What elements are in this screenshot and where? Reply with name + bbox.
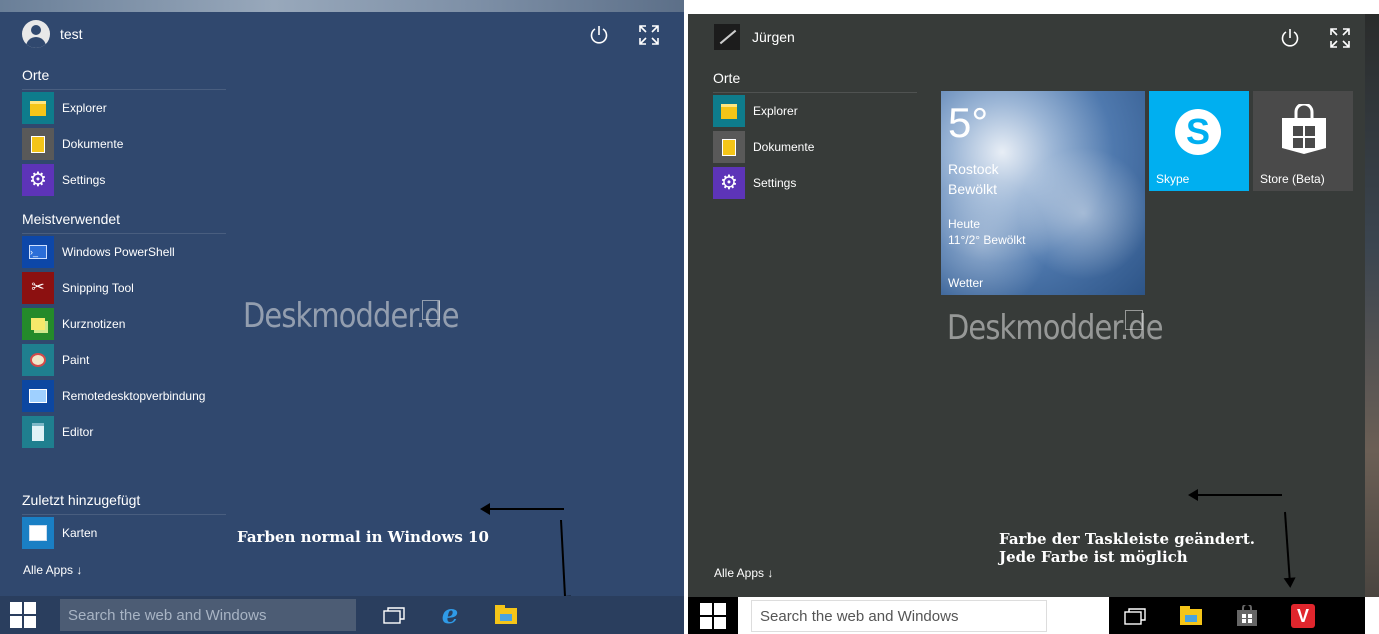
scissors-icon: ✂	[22, 272, 54, 304]
tile-label: Store (Beta)	[1260, 172, 1325, 186]
menu-item-documents[interactable]: Dokumente	[22, 128, 123, 160]
annotation-caption-line2: Jede Farbe ist möglich	[999, 548, 1188, 566]
menu-item-maps[interactable]: Karten	[22, 517, 97, 549]
menu-item-explorer[interactable]: Explorer	[22, 92, 107, 124]
annotation-caption: Farben normal in Windows 10	[237, 528, 489, 546]
all-apps-link[interactable]: Alle Apps ↓	[714, 566, 773, 580]
gear-icon: ⚙	[713, 167, 745, 199]
menu-item-documents[interactable]: Dokumente	[713, 131, 814, 163]
section-places: Orte	[713, 70, 917, 93]
section-places: Orte	[22, 67, 226, 90]
skype-logo-icon: S	[1175, 109, 1221, 155]
explorer-icon	[713, 95, 745, 127]
menu-item-settings[interactable]: ⚙ Settings	[713, 167, 796, 199]
paint-icon	[22, 344, 54, 376]
user-name: Jürgen	[752, 29, 795, 45]
task-view-icon[interactable]	[382, 603, 406, 627]
tile-weather[interactable]: 5° Rostock Bewölkt Heute 11°/2° Bewölkt …	[941, 91, 1145, 295]
start-menu-custom: Jürgen Orte Explorer Dokumente ⚙ Setting…	[688, 0, 1379, 634]
tile-store[interactable]: Store (Beta)	[1253, 91, 1353, 191]
annotation-caption-line1: Farbe der Taskleiste geändert.	[999, 530, 1255, 548]
annotation-arrow-left	[480, 503, 564, 515]
documents-icon	[22, 128, 54, 160]
tile-label: Wetter	[948, 276, 984, 290]
internet-explorer-icon[interactable]: e	[438, 602, 462, 628]
start-menu-default: test Orte Explorer Dokumente ⚙ Settings …	[0, 0, 684, 634]
user-avatar-icon	[22, 20, 50, 48]
menu-item-powershell[interactable]: ›_ Windows PowerShell	[22, 236, 175, 268]
search-area: Search the web and Windows	[738, 597, 1109, 634]
task-view-icon[interactable]	[1123, 604, 1147, 628]
watermark-edit-icon	[1125, 310, 1143, 330]
store-bag-icon	[1282, 104, 1326, 154]
weather-condition: Bewölkt	[948, 181, 998, 197]
windows-logo-icon[interactable]	[688, 597, 738, 634]
menu-item-paint[interactable]: Paint	[22, 344, 89, 376]
menu-item-explorer[interactable]: Explorer	[713, 95, 798, 127]
remote-desktop-icon	[22, 380, 54, 412]
power-icon[interactable]	[588, 24, 610, 46]
all-apps-link[interactable]: Alle Apps ↓	[23, 563, 82, 577]
maps-icon	[22, 517, 54, 549]
weather-today-label: Heute	[948, 217, 981, 231]
search-box[interactable]: Search the web and Windows	[751, 600, 1047, 632]
desktop-wallpaper-edge	[1365, 14, 1379, 597]
weather-today-forecast: 11°/2° Bewölkt	[948, 233, 1026, 247]
notepad-icon	[22, 416, 54, 448]
annotation-arrow-left	[1188, 489, 1282, 501]
tile-label: Skype	[1156, 172, 1190, 186]
weather-city: Rostock	[948, 161, 999, 177]
expand-icon[interactable]	[638, 24, 660, 46]
user-name: test	[60, 26, 83, 42]
desktop-wallpaper-strip	[0, 0, 684, 12]
menu-item-sticky-notes[interactable]: Kurznotizen	[22, 308, 125, 340]
store-icon[interactable]	[1235, 604, 1259, 628]
menu-item-editor[interactable]: Editor	[22, 416, 93, 448]
file-explorer-icon[interactable]	[1179, 604, 1203, 628]
documents-icon	[713, 131, 745, 163]
menu-item-snipping-tool[interactable]: ✂ Snipping Tool	[22, 272, 134, 304]
explorer-icon	[22, 92, 54, 124]
menu-item-settings[interactable]: ⚙ Settings	[22, 164, 105, 196]
user-account[interactable]: test	[22, 20, 83, 48]
powershell-icon: ›_	[22, 236, 54, 268]
file-explorer-icon[interactable]	[494, 603, 518, 627]
user-avatar-icon	[714, 24, 740, 50]
expand-icon[interactable]	[1329, 27, 1351, 49]
sticky-notes-icon	[22, 308, 54, 340]
search-box[interactable]: Search the web and Windows	[60, 599, 356, 631]
annotation-arrow-down	[560, 519, 567, 598]
tile-skype[interactable]: S Skype	[1149, 91, 1249, 191]
section-most-used: Meistverwendet	[22, 211, 226, 234]
vivaldi-browser-icon[interactable]: V	[1291, 604, 1315, 628]
menu-item-remote-desktop[interactable]: Remotedesktopverbindung	[22, 380, 205, 412]
section-recently-added: Zuletzt hinzugefügt	[22, 492, 226, 515]
taskbar: Search the web and Windows e	[0, 596, 684, 634]
user-account[interactable]: Jürgen	[714, 24, 795, 50]
power-icon[interactable]	[1279, 27, 1301, 49]
taskbar: Search the web and Windows V	[688, 597, 1365, 634]
windows-logo-icon[interactable]	[0, 596, 46, 634]
weather-temperature: 5°	[948, 99, 989, 146]
gear-icon: ⚙	[22, 164, 54, 196]
watermark-edit-icon	[422, 300, 440, 320]
